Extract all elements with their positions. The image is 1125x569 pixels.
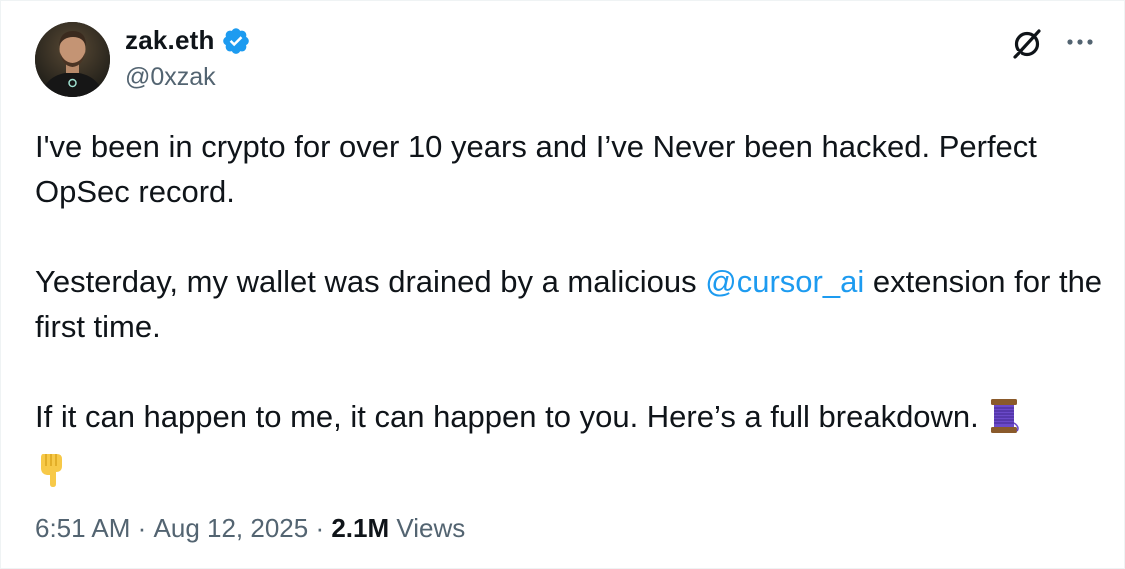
avatar[interactable] <box>35 22 110 97</box>
views-label: Views <box>389 513 466 543</box>
tweet-text-segment: Yesterday, my wallet was drained by a ma… <box>35 264 706 299</box>
avatar-image <box>35 22 110 97</box>
meta-separator: · <box>130 513 154 543</box>
more-options-icon[interactable] <box>1063 27 1097 57</box>
tweet-date[interactable]: Aug 12, 2025 <box>154 513 309 544</box>
tweet-paragraph: If it can happen to me, it can happen to… <box>35 394 1105 500</box>
views-count: 2.1M <box>331 513 390 543</box>
tweet-meta: 6:51 AM · Aug 12, 2025 · 2.1M Views <box>35 513 465 544</box>
mention-link[interactable]: @cursor_ai <box>705 264 864 299</box>
author-name-row: zak.eth <box>125 25 251 56</box>
author-handle[interactable]: @0xzak <box>125 63 216 92</box>
pointing-down-emoji <box>35 450 69 500</box>
tweet-card: zak.eth @0xzak I've been in crypto for o… <box>0 0 1125 569</box>
tweet-text-segment: If it can happen to me, it can happen to… <box>35 399 988 434</box>
verified-badge-icon[interactable] <box>221 26 251 56</box>
meta-separator: · <box>308 513 332 543</box>
tweet-paragraph: Yesterday, my wallet was drained by a ma… <box>35 259 1105 349</box>
tweet-paragraph: I've been in crypto for over 10 years an… <box>35 129 1037 209</box>
thread-spool-emoji <box>987 397 1021 447</box>
grok-icon[interactable] <box>1012 27 1044 59</box>
display-name[interactable]: zak.eth <box>125 25 215 56</box>
tweet-text: I've been in crypto for over 10 years an… <box>35 124 1105 500</box>
tweet-time[interactable]: 6:51 AM <box>35 513 130 544</box>
